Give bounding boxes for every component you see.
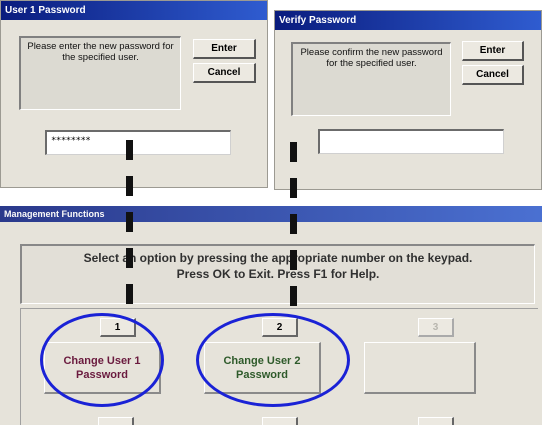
verify-cancel-button[interactable]: Cancel xyxy=(462,65,524,85)
instruction-line-2: Press OK to Exit. Press F1 for Help. xyxy=(176,267,380,281)
keypad-key-3: 3 xyxy=(418,318,454,337)
connector-dash xyxy=(126,284,133,304)
highlight-ellipse-user-1 xyxy=(40,313,164,407)
verify-password-dialog: Verify Password Please confirm the new p… xyxy=(274,10,542,190)
empty-option-slot xyxy=(364,342,476,394)
user1-password-message: Please enter the new password for the sp… xyxy=(19,36,181,110)
connector-dash xyxy=(126,140,133,160)
user1-password-dialog: User 1 Password Please enter the new pas… xyxy=(0,0,268,188)
user1-cancel-button[interactable]: Cancel xyxy=(193,63,256,83)
connector-dash xyxy=(126,176,133,196)
highlight-ellipse-user-2 xyxy=(196,313,350,407)
divider xyxy=(0,190,542,206)
keypad-key-bottom-left xyxy=(98,417,134,425)
user1-enter-button[interactable]: Enter xyxy=(193,39,256,59)
connector-dash xyxy=(290,286,297,306)
user1-password-input[interactable]: ******** xyxy=(45,130,231,155)
verify-enter-button[interactable]: Enter xyxy=(462,41,524,61)
connector-dash xyxy=(126,248,133,268)
user1-password-dialog-title: User 1 Password xyxy=(1,1,267,20)
verify-password-input[interactable] xyxy=(318,129,504,154)
instruction-panel: Select an option by pressing the appropr… xyxy=(20,244,535,304)
keypad-key-bottom-middle xyxy=(262,417,298,425)
connector-dash xyxy=(126,212,133,232)
connector-dash xyxy=(290,178,297,198)
connector-dash xyxy=(290,214,297,234)
connector-dash xyxy=(290,250,297,270)
instruction-line-1: Select an option by pressing the appropr… xyxy=(83,251,473,265)
management-functions-title: Management Functions xyxy=(0,206,542,222)
connector-dash xyxy=(290,142,297,162)
verify-password-dialog-title: Verify Password xyxy=(275,11,541,30)
verify-password-message: Please confirm the new password for the … xyxy=(291,42,451,116)
keypad-key-bottom-right xyxy=(418,417,454,425)
